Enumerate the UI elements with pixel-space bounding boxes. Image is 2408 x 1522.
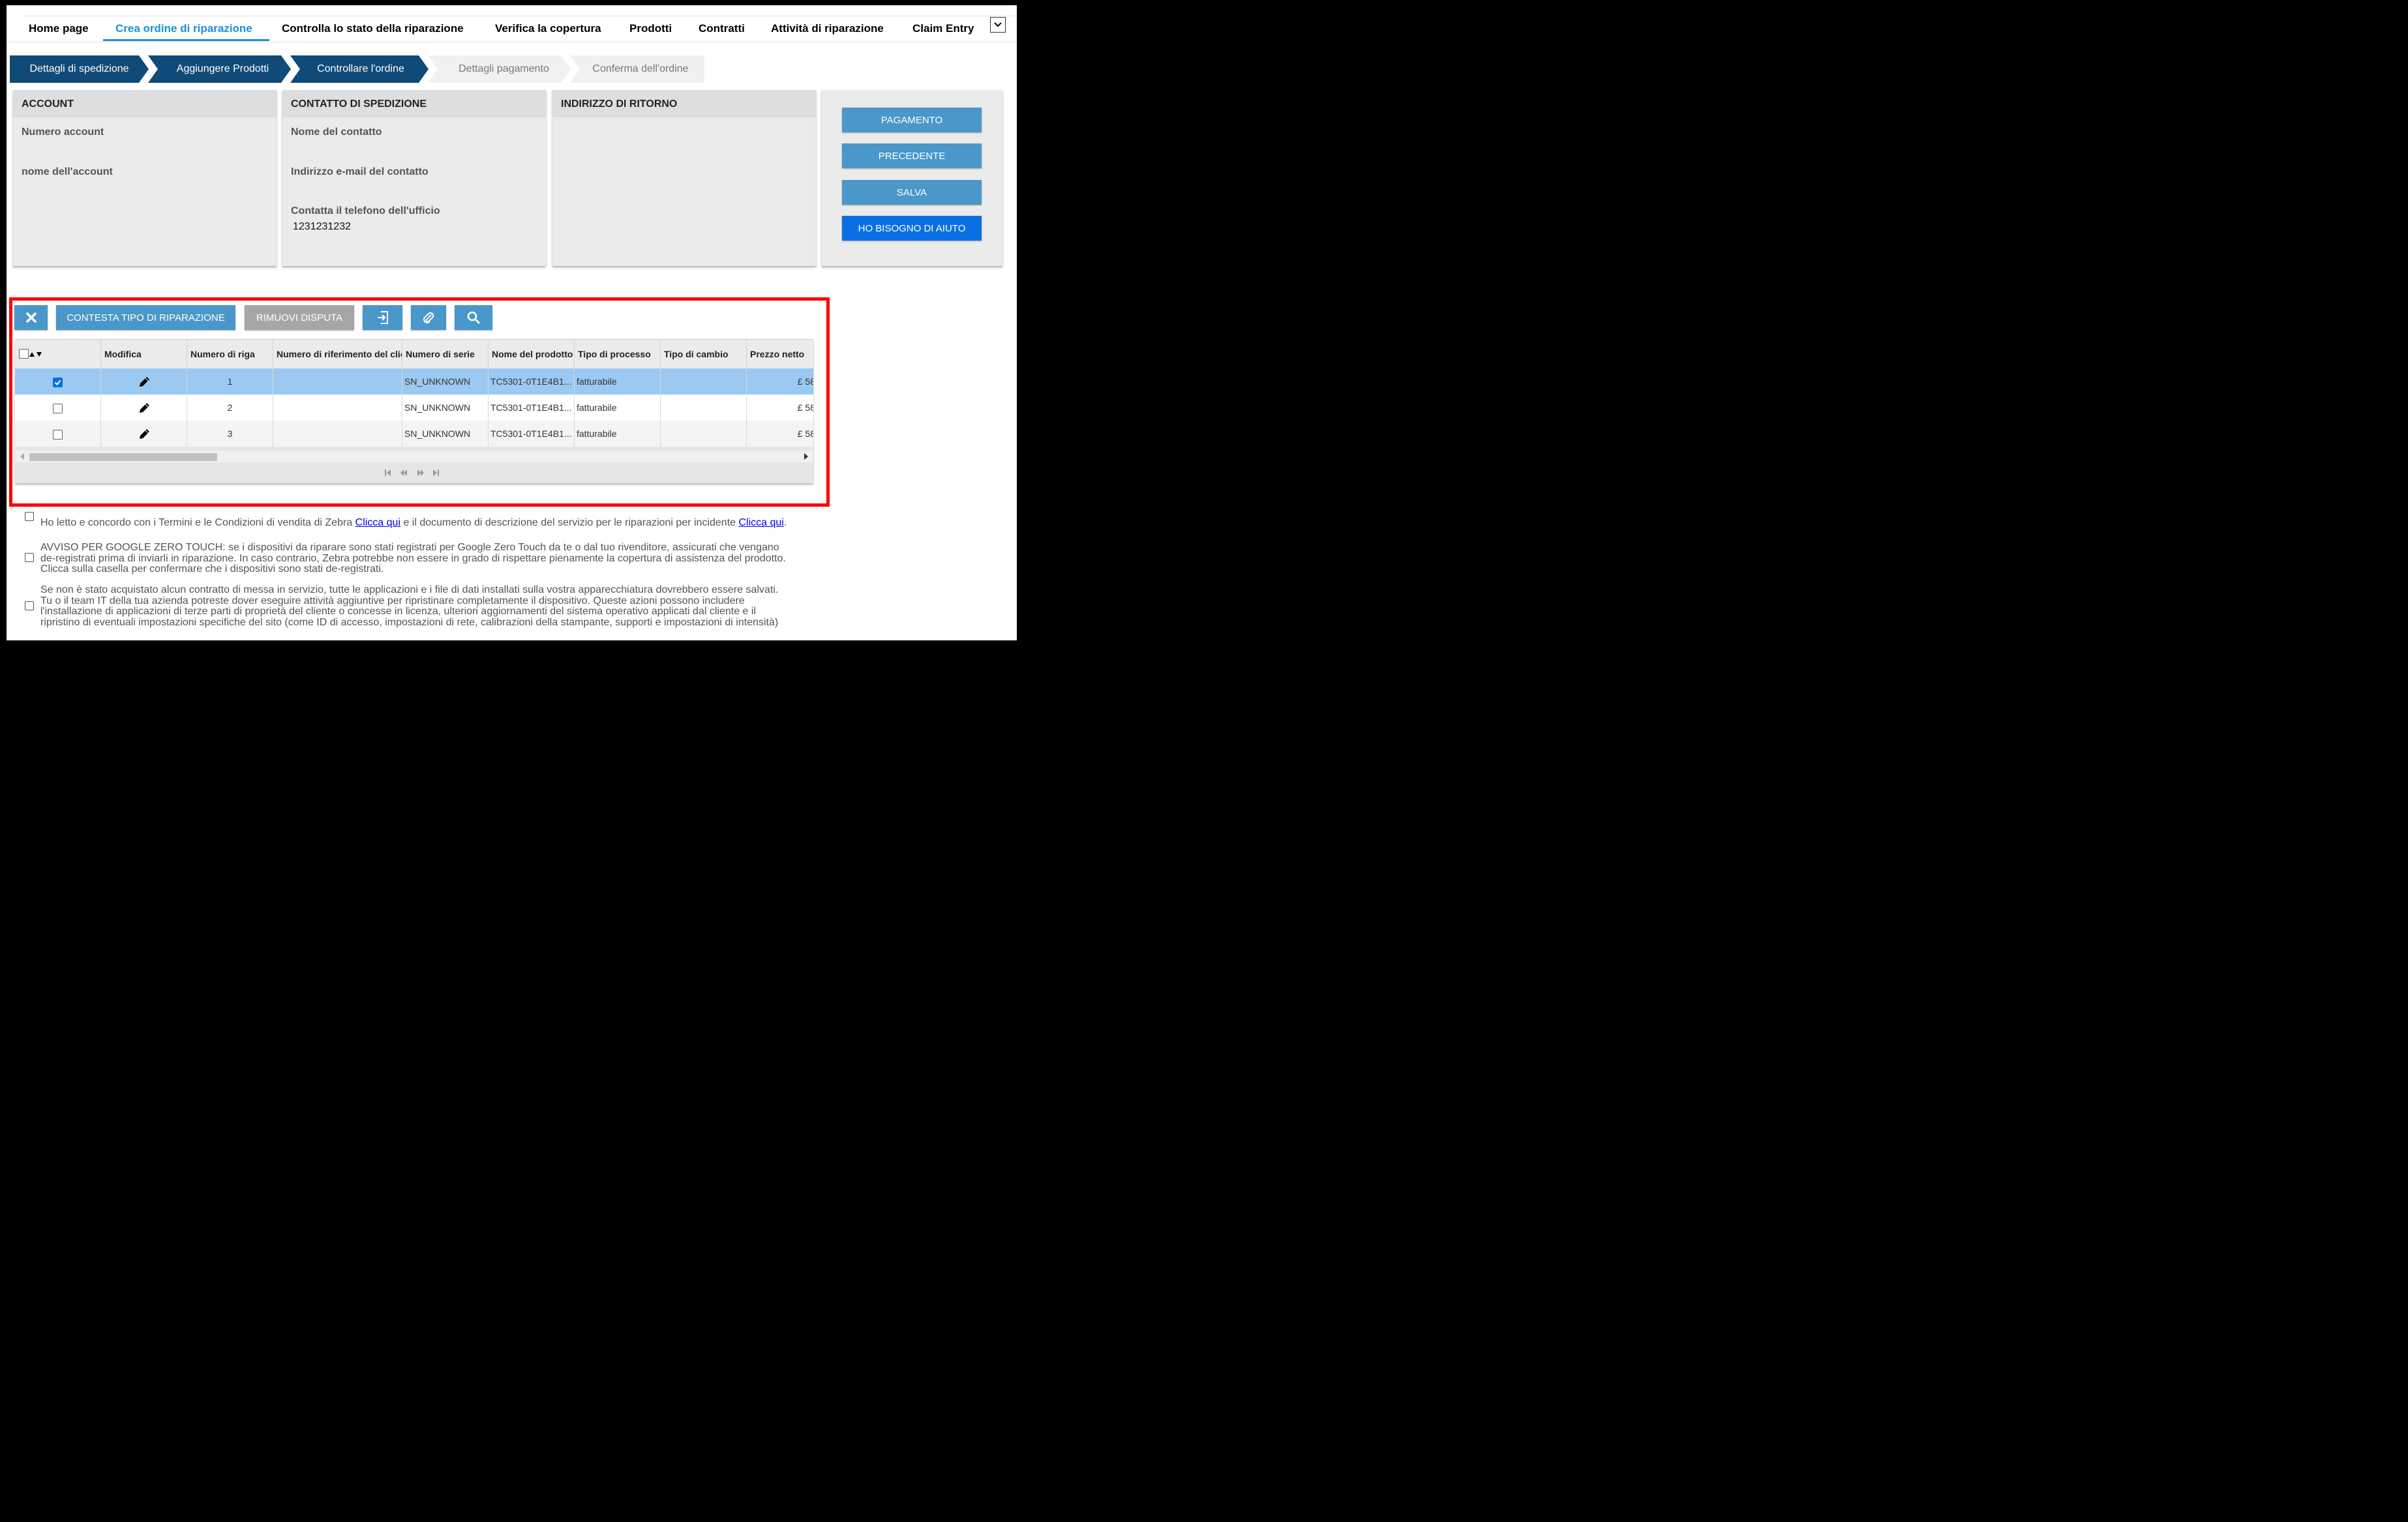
step-payment-details: Dettagli pagamento	[428, 55, 571, 83]
nav-contracts[interactable]: Contratti	[699, 22, 745, 35]
nav-active-underline	[103, 39, 269, 41]
google-zero-touch-checkbox[interactable]	[25, 553, 34, 562]
step-label: Conferma dell'ordine	[592, 63, 689, 74]
notice-line: Se non è stato acquistato alcun contratt…	[40, 584, 779, 595]
screenshot-frame: Home page Crea ordine di riparazione Con…	[0, 0, 1023, 646]
chevron-down-icon	[994, 22, 1002, 27]
step-label: Dettagli di spedizione	[29, 63, 129, 74]
step-shipping-details[interactable]: Dettagli di spedizione	[10, 55, 149, 83]
contact-email-label: Indirizzo e-mail del contatto	[291, 166, 429, 177]
contact-name-label: Nome del contatto	[291, 127, 382, 138]
step-order-confirmation: Conferma dell'ordine	[570, 55, 704, 83]
nav-home[interactable]: Home page	[29, 22, 89, 35]
help-button[interactable]: HO BISOGNO DI AIUTO	[842, 216, 982, 241]
account-panel-title: ACCOUNT	[22, 98, 74, 110]
notice-line: Clicca sulla casella per confermare che …	[40, 563, 384, 574]
shipping-contact-panel: CONTATTO DI SPEDIZIONE Nome del contatto…	[282, 90, 546, 266]
account-panel-header: ACCOUNT	[13, 90, 277, 117]
google-zero-touch-notice: AVVISO PER GOOGLE ZERO TOUCH: se i dispo…	[40, 542, 786, 575]
return-address-title: INDIRIZZO DI RITORNO	[561, 98, 678, 110]
notice-line: AVVISO PER GOOGLE ZERO TOUCH: se i dispo…	[40, 542, 779, 553]
terms-text-end: .	[783, 517, 787, 528]
nav-claim-entry[interactable]: Claim Entry	[912, 22, 974, 35]
shipping-contact-header: CONTATTO DI SPEDIZIONE	[282, 90, 546, 117]
terms-checkbox[interactable]	[25, 512, 34, 521]
commissioning-notice: Se non è stato acquistato alcun contratt…	[40, 584, 779, 628]
actions-panel: PAGAMENTO PRECEDENTE SALVA HO BISOGNO DI…	[822, 90, 1002, 266]
nav-repair-activity[interactable]: Attività di riparazione	[771, 22, 884, 35]
commissioning-checkbox[interactable]	[25, 601, 34, 610]
step-label: Dettagli pagamento	[459, 63, 549, 74]
payment-button[interactable]: PAGAMENTO	[842, 108, 982, 132]
shipping-contact-title: CONTATTO DI SPEDIZIONE	[291, 98, 427, 110]
nav-check-repair-status[interactable]: Controlla lo stato della riparazione	[282, 22, 464, 35]
nav-verify-coverage[interactable]: Verifica la copertura	[495, 22, 601, 35]
nav-products[interactable]: Prodotti	[629, 22, 672, 35]
service-description-link[interactable]: Clicca qui	[739, 517, 784, 528]
nav-more-dropdown[interactable]	[990, 17, 1006, 33]
contact-phone-value: 1231231232	[293, 221, 351, 232]
terms-text-mid: e il documento di descrizione del serviz…	[400, 517, 739, 528]
terms-link[interactable]: Clicca qui	[355, 517, 400, 528]
account-name-label: nome dell'account	[22, 166, 113, 177]
step-add-products[interactable]: Aggiungere Prodotti	[148, 55, 291, 83]
notice-line: ripristino di eventuali impostazioni spe…	[40, 616, 779, 628]
notice-line: de-registrati prima di inviarli in ripar…	[40, 552, 786, 564]
save-button[interactable]: SALVA	[842, 180, 982, 205]
highlight-box	[9, 297, 830, 507]
nav-create-repair-order[interactable]: Crea ordine di riparazione	[115, 22, 252, 35]
terms-notice: Ho letto e concordo con i Termini e le C…	[40, 517, 787, 529]
step-review-order[interactable]: Controllare l'ordine	[290, 55, 429, 83]
account-panel: ACCOUNT Numero account nome dell'account	[13, 90, 277, 266]
contact-phone-label: Contatta il telefono dell'ufficio	[291, 205, 440, 216]
page: Home page Crea ordine di riparazione Con…	[7, 5, 1017, 640]
return-address-header: INDIRIZZO DI RITORNO	[552, 90, 816, 117]
step-label: Aggiungere Prodotti	[176, 63, 269, 74]
notice-line: l'installazione di applicazioni di terze…	[40, 606, 756, 617]
notice-line: Tu o il team IT della tua azienda potres…	[40, 595, 745, 606]
previous-button[interactable]: PRECEDENTE	[842, 143, 982, 168]
step-label: Controllare l'ordine	[317, 63, 404, 74]
account-number-label: Numero account	[22, 127, 104, 138]
return-address-panel: INDIRIZZO DI RITORNO	[552, 90, 816, 266]
terms-text: Ho letto e concordo con i Termini e le C…	[40, 517, 355, 528]
